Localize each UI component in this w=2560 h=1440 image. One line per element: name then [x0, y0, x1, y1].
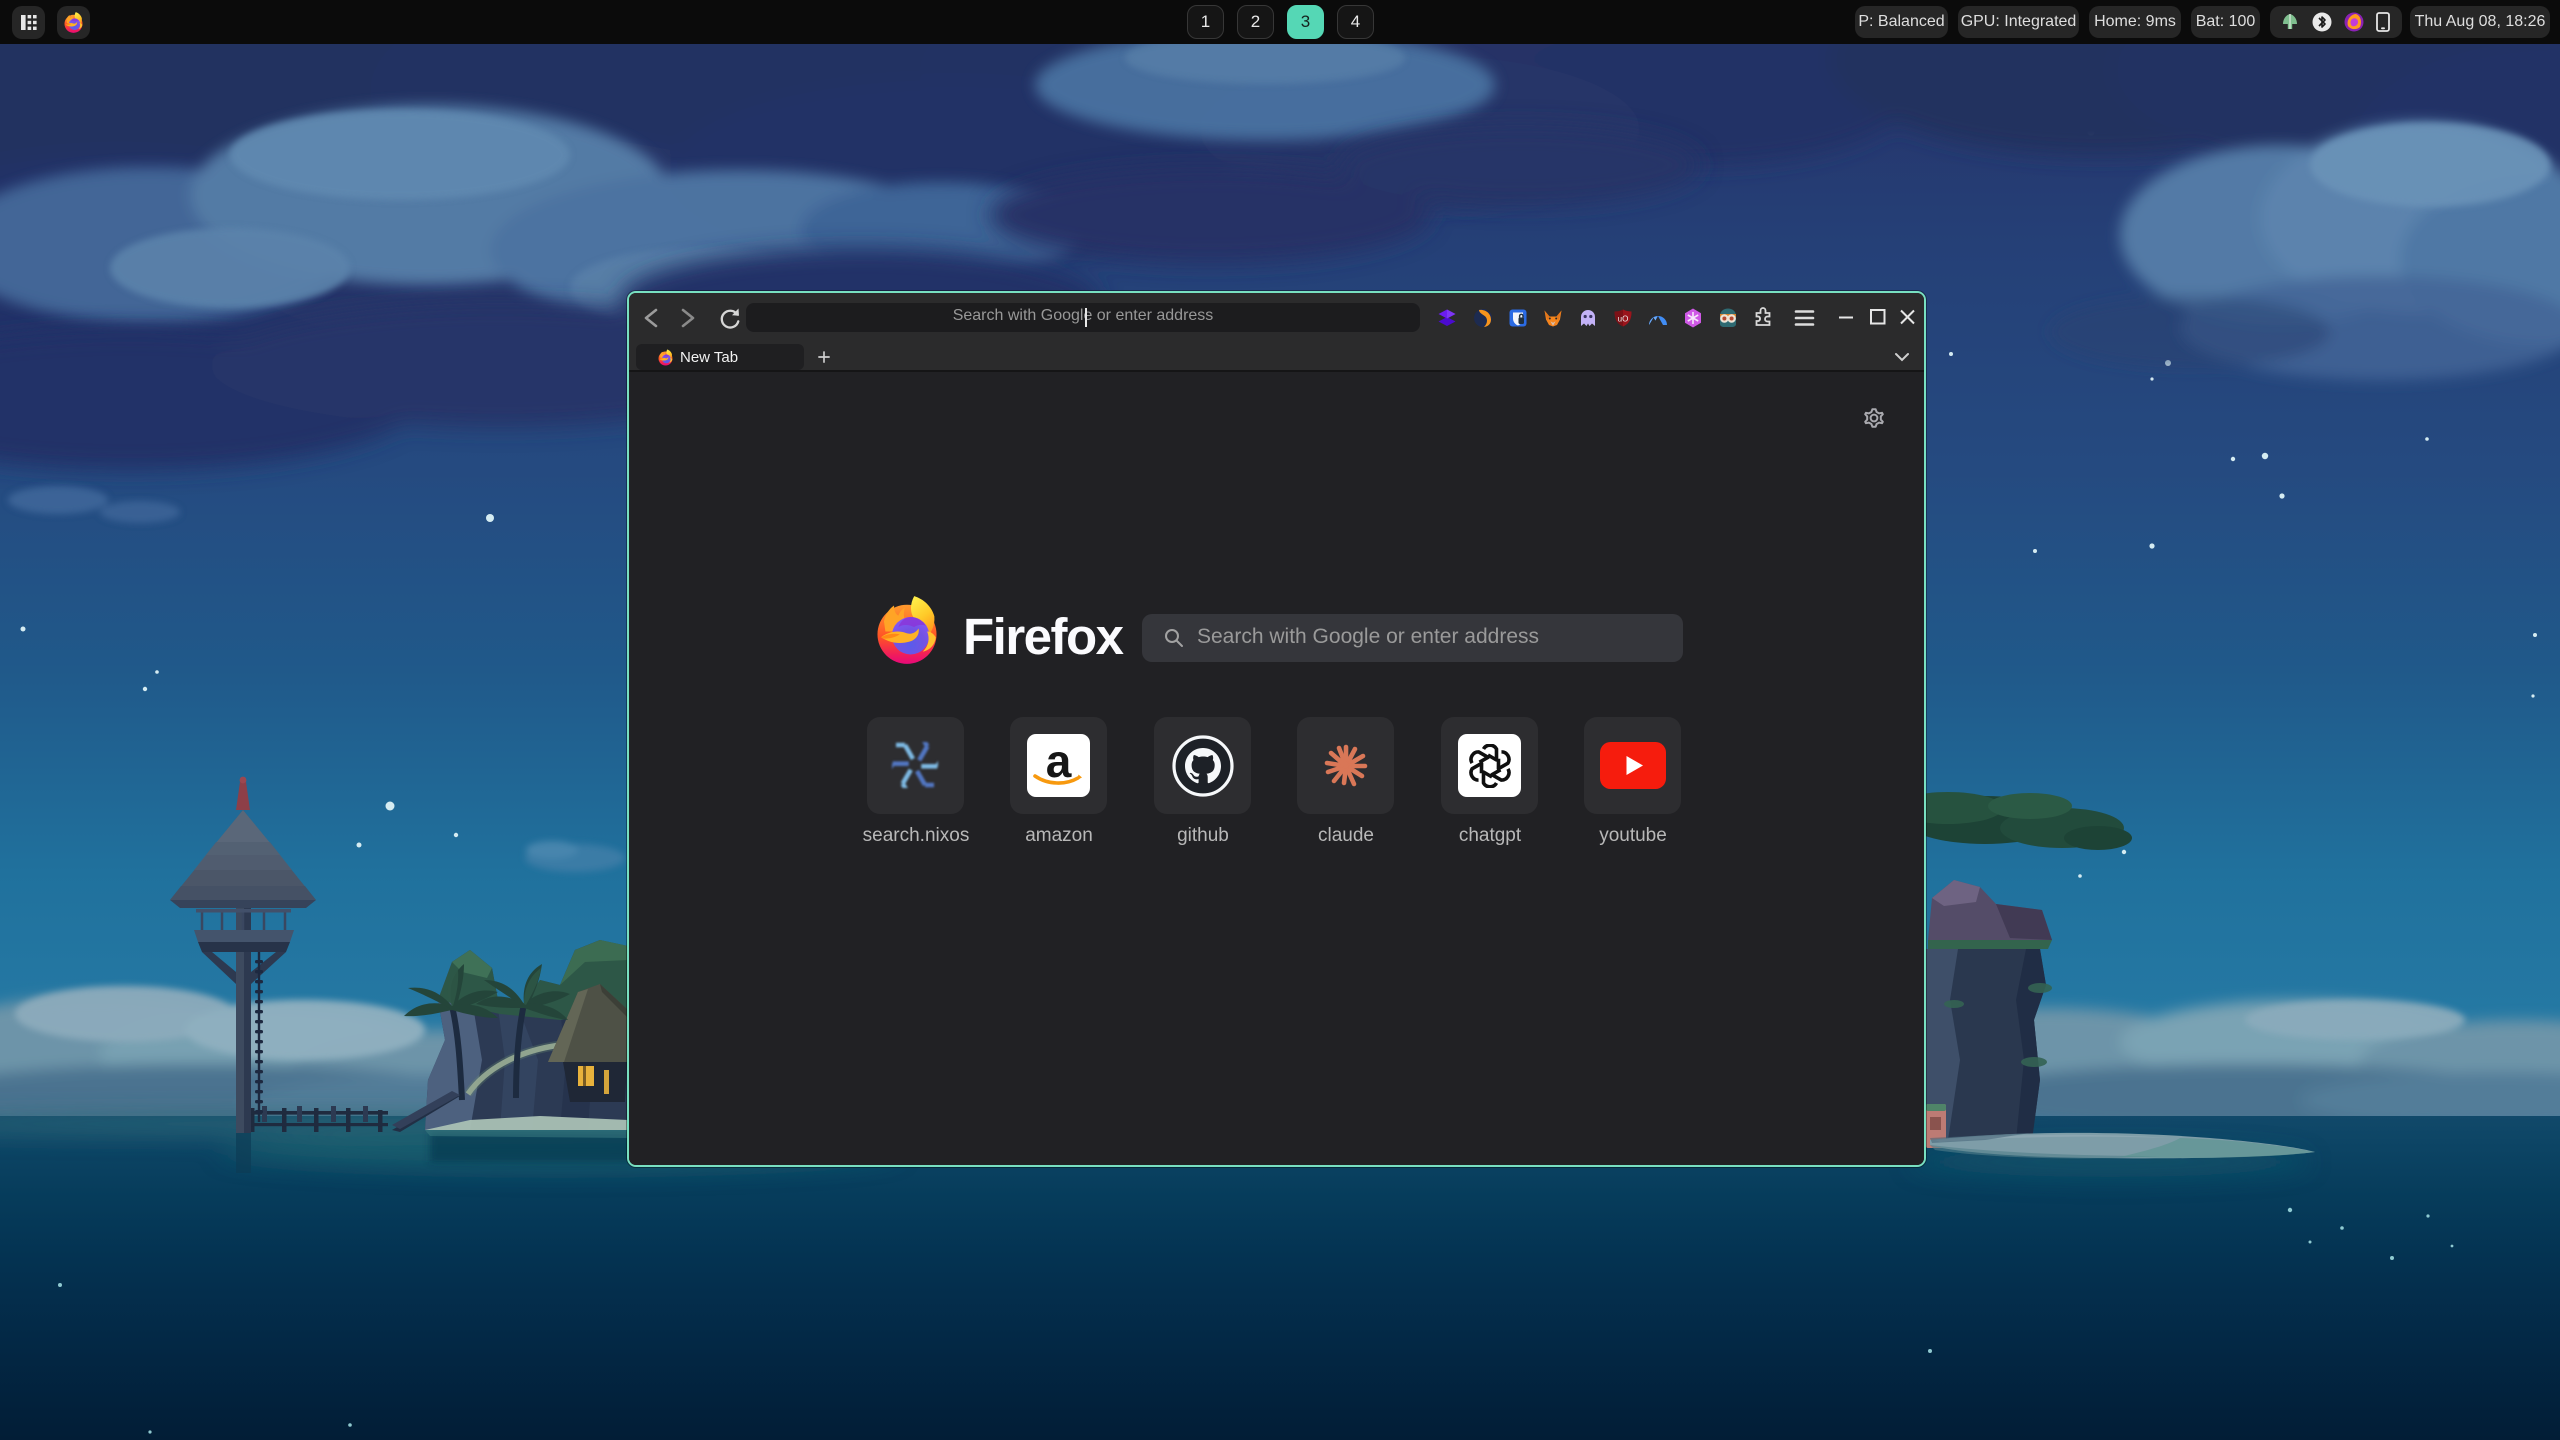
svg-text:uO: uO — [1618, 315, 1629, 324]
